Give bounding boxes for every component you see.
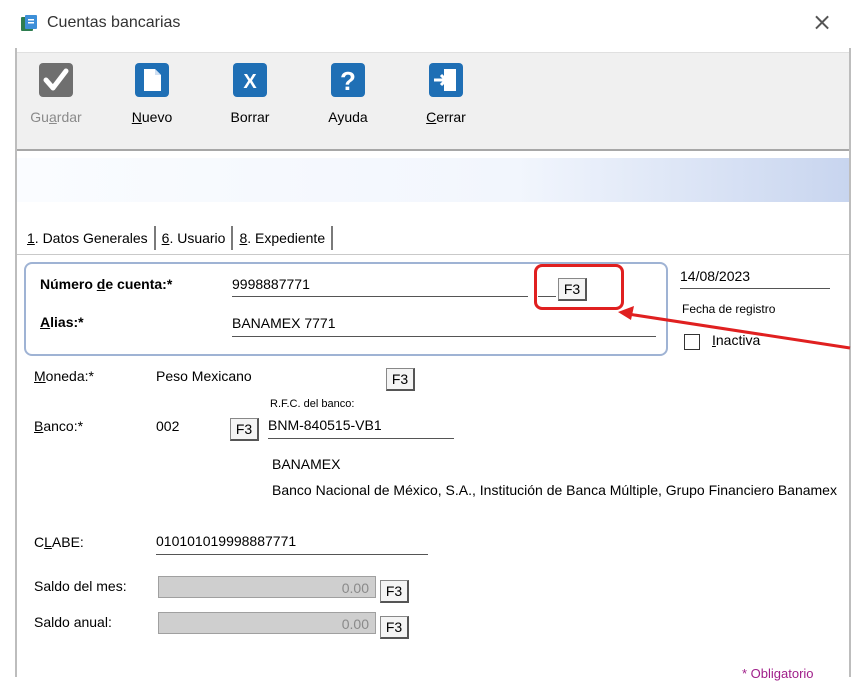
guardar-label: Guardar bbox=[30, 109, 82, 125]
guardar-button[interactable]: Guardar bbox=[21, 63, 91, 143]
ayuda-label: Ayuda bbox=[328, 109, 368, 125]
annotation-arrow bbox=[618, 306, 851, 350]
rfc-field[interactable]: BNM-840515-VB1 bbox=[268, 414, 454, 439]
ayuda-button[interactable]: ? Ayuda bbox=[313, 63, 383, 143]
rfc-label: R.F.C. del banco: bbox=[270, 398, 355, 410]
alias-label: Alias:* bbox=[40, 314, 84, 330]
toolbar: Guardar Nuevo X Borrar ? Ayuda Cerrar bbox=[17, 52, 849, 151]
tab-divider bbox=[17, 254, 849, 255]
new-document-icon bbox=[135, 63, 169, 97]
banco-label: Banco:* bbox=[34, 418, 84, 434]
moneda-label: Moneda:* bbox=[34, 368, 94, 384]
help-question-icon: ? bbox=[331, 63, 365, 97]
borrar-button[interactable]: X Borrar bbox=[215, 63, 285, 143]
moneda-f3-button[interactable]: F3 bbox=[386, 368, 415, 391]
window-title: Cuentas bancarias bbox=[47, 14, 181, 31]
moneda-field[interactable]: Peso Mexicano bbox=[156, 366, 382, 388]
cerrar-button[interactable]: Cerrar bbox=[411, 63, 481, 143]
svg-text:?: ? bbox=[340, 66, 356, 96]
app-ledger-icon bbox=[21, 15, 37, 31]
saldo-anual-f3-button[interactable]: F3 bbox=[380, 616, 409, 639]
close-window-button[interactable]: × bbox=[812, 8, 832, 36]
tab-strip: 1. Datos Generales 6. Usuario 8. Expedient… bbox=[22, 226, 335, 254]
banco-f3-button[interactable]: F3 bbox=[230, 418, 259, 441]
check-icon bbox=[39, 63, 73, 97]
numero-cuenta-field[interactable]: 9998887771 bbox=[232, 274, 528, 297]
borrar-label: Borrar bbox=[230, 109, 270, 125]
tab-usuario[interactable]: 6. Usuario bbox=[158, 226, 234, 250]
exit-door-icon bbox=[429, 63, 463, 97]
svg-text:X: X bbox=[243, 71, 257, 93]
saldo-mes-field: 0.00 bbox=[158, 576, 376, 598]
saldo-anual-field: 0.00 bbox=[158, 612, 376, 634]
tab-expediente[interactable]: 8. Expediente bbox=[235, 226, 334, 250]
delete-x-icon: X bbox=[233, 63, 267, 97]
tab-datos-generales[interactable]: 1. Datos Generales bbox=[22, 226, 156, 250]
alias-field[interactable]: BANAMEX 7771 bbox=[232, 312, 656, 337]
numero-cuenta-label: Número de cuenta:* bbox=[40, 276, 173, 292]
header-banner bbox=[17, 158, 849, 202]
nuevo-label: Nuevo bbox=[131, 109, 173, 125]
saldo-mes-f3-button[interactable]: F3 bbox=[380, 580, 409, 603]
fecha-registro-field[interactable]: 14/08/2023 bbox=[680, 266, 830, 289]
nuevo-button[interactable]: Nuevo bbox=[117, 63, 187, 143]
cerrar-label: Cerrar bbox=[426, 109, 466, 125]
saldo-anual-label: Saldo anual: bbox=[34, 614, 112, 630]
bank-short-name: BANAMEX bbox=[272, 456, 341, 472]
saldo-mes-label: Saldo del mes: bbox=[34, 578, 127, 594]
clabe-label: CLABE: bbox=[34, 534, 84, 550]
banco-field[interactable]: 002 bbox=[156, 416, 224, 438]
required-note: * Obligatorio bbox=[742, 666, 814, 681]
clabe-field[interactable]: 010101019998887771 bbox=[156, 530, 428, 555]
bank-full-name: Banco Nacional de México, S.A., Instituc… bbox=[272, 482, 837, 498]
